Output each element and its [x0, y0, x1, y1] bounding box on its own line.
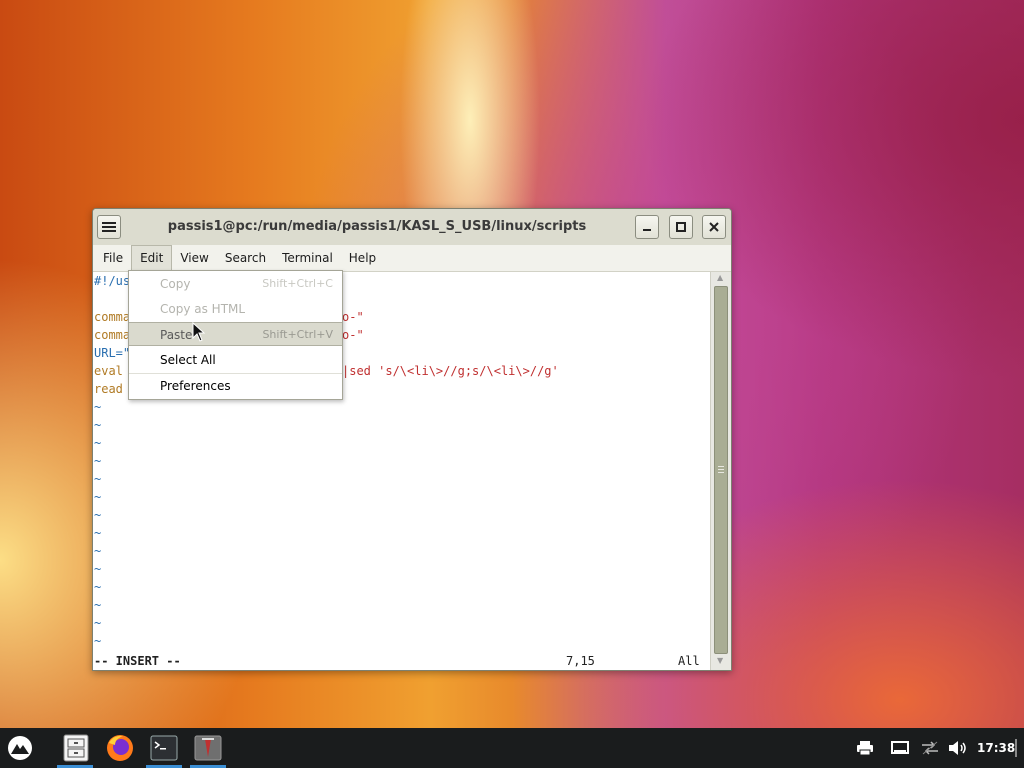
tilde-line: ~ [94, 454, 102, 468]
hamburger-icon [102, 222, 116, 232]
close-icon [709, 222, 719, 232]
firefox-button[interactable] [104, 732, 136, 764]
terminal-taskbar-button[interactable] [148, 732, 180, 764]
menu-file[interactable]: File [95, 245, 131, 271]
window-titlebar[interactable]: passis1@pc:/run/media/passis1/KASL_S_USB… [93, 209, 731, 245]
mouse-pointer-icon [192, 322, 206, 342]
firefox-icon [107, 735, 133, 761]
vim-status-line: -- INSERT -- 7,15 All [94, 652, 706, 670]
menu-item-copy[interactable]: Copy Shift+Ctrl+C [129, 272, 342, 296]
empty-buffer-lines: ~ ~ ~ ~ ~ ~ ~ ~ ~ ~ ~ ~ ~ ~ [93, 398, 711, 650]
close-button[interactable] [702, 215, 726, 239]
display-tray-button[interactable] [891, 728, 909, 768]
cursor-position: 7,15 [566, 654, 595, 668]
menu-search[interactable]: Search [217, 245, 274, 271]
tilde-line: ~ [94, 544, 102, 558]
start-menu-icon [8, 736, 32, 760]
menu-edit[interactable]: Edit [131, 245, 173, 271]
printer-icon [857, 741, 873, 756]
file-manager-button[interactable] [60, 732, 92, 764]
menu-help[interactable]: Help [341, 245, 384, 271]
scrollbar-thumb[interactable] [714, 286, 728, 654]
network-tray-button[interactable] [920, 728, 940, 768]
printer-tray-button[interactable] [856, 728, 874, 768]
tilde-line: ~ [94, 418, 102, 432]
scroll-up-icon[interactable]: ▲ [717, 273, 723, 282]
scroll-position: All [678, 654, 700, 668]
minimize-button[interactable] [635, 215, 659, 239]
tilde-line: ~ [94, 526, 102, 540]
maximize-button[interactable] [669, 215, 693, 239]
vertical-scrollbar[interactable]: ▲ ▼ [710, 272, 731, 670]
presentation-icon [194, 735, 222, 761]
taskbar: 17:38 [0, 728, 1024, 768]
tilde-line: ~ [94, 490, 102, 504]
show-desktop-strip [1015, 739, 1017, 757]
menu-item-copy-as-html[interactable]: Copy as HTML [129, 297, 342, 321]
grip-icon [718, 466, 724, 473]
minimize-icon [643, 229, 651, 231]
tilde-line: ~ [94, 436, 102, 450]
tilde-line: ~ [94, 634, 102, 648]
menu-terminal[interactable]: Terminal [274, 245, 341, 271]
volume-tray-button[interactable] [948, 728, 968, 768]
menu-item-select-all[interactable]: Select All [129, 348, 342, 372]
terminal-icon [150, 735, 178, 761]
tilde-line: ~ [94, 580, 102, 594]
scroll-down-icon[interactable]: ▼ [717, 656, 723, 665]
edit-menu-dropdown: Copy Shift+Ctrl+C Copy as HTML Paste Shift… [128, 270, 343, 400]
tilde-line: ~ [94, 400, 102, 414]
volume-icon [949, 741, 966, 755]
window-menu-button[interactable] [97, 215, 121, 239]
display-icon [891, 741, 909, 754]
menu-view[interactable]: View [172, 245, 216, 271]
file-manager-icon [63, 734, 89, 762]
tilde-line: ~ [94, 616, 102, 630]
vim-mode: -- INSERT -- [94, 654, 181, 668]
tilde-line: ~ [94, 562, 102, 576]
maximize-icon [676, 222, 686, 232]
start-menu-button[interactable] [4, 732, 36, 764]
presentation-app-button[interactable] [192, 732, 224, 764]
menu-bar: File Edit View Search Terminal Help [93, 245, 731, 272]
tilde-line: ~ [94, 598, 102, 612]
clock[interactable]: 17:38 [977, 728, 1015, 768]
tilde-line: ~ [94, 508, 102, 522]
menu-item-paste[interactable]: Paste Shift+Ctrl+V [129, 322, 342, 346]
show-desktop-button[interactable] [1015, 728, 1017, 768]
menu-item-preferences[interactable]: Preferences [129, 374, 342, 398]
network-icon [922, 741, 938, 755]
window-title: passis1@pc:/run/media/passis1/KASL_S_USB… [167, 219, 587, 234]
tilde-line: ~ [94, 472, 102, 486]
